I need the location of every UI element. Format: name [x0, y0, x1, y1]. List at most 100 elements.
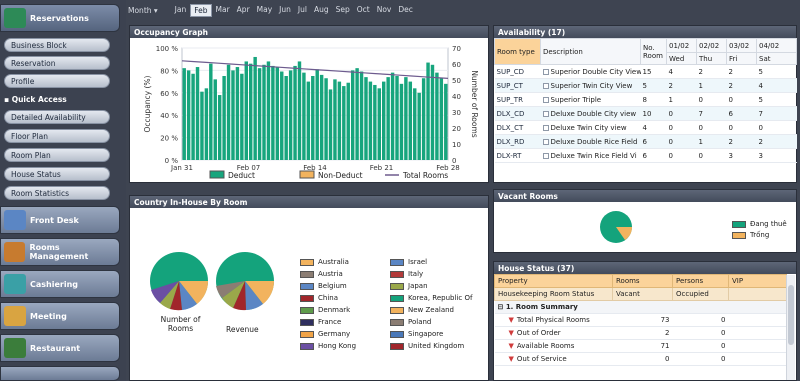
col-rooms[interactable]: Rooms: [612, 274, 673, 288]
col-date[interactable]: 03/02: [726, 38, 757, 53]
sidebar-item-detailed-availability[interactable]: Detailed Availability: [4, 110, 110, 124]
month-tab[interactable]: May: [254, 4, 276, 17]
filter-icon[interactable]: ▼: [509, 355, 514, 363]
group-row[interactable]: ⊟ 1. Room Summary: [494, 300, 787, 314]
table-row[interactable]: SUP_CD Superior Double City View 15 4 2 2 5: [494, 64, 797, 79]
module-rooms-management[interactable]: Rooms Management: [0, 238, 120, 266]
bar-deduct: [399, 83, 404, 160]
month-tab[interactable]: Dec: [395, 4, 416, 17]
col-no-room[interactable]: No. Room: [640, 38, 667, 65]
col-hk-status[interactable]: Housekeeping Room Status: [494, 287, 613, 301]
module-more[interactable]: [0, 366, 120, 381]
cell-d4: 5: [756, 92, 797, 107]
country-legend-item: Singapore: [390, 330, 443, 338]
sidebar-item-label: House Status: [11, 169, 61, 179]
sidebar-item-business-block[interactable]: Business Block: [4, 38, 110, 52]
cell-code: DLX-RT: [494, 148, 541, 163]
col-room-type[interactable]: Room type: [494, 38, 541, 65]
col-date[interactable]: 01/02: [666, 38, 697, 53]
month-tab[interactable]: Apr: [234, 4, 253, 17]
month-dropdown[interactable]: Month ▾: [128, 6, 158, 15]
bar-deduct: [390, 72, 395, 160]
cell-label: ▼ Total Physical Rooms: [494, 313, 613, 327]
table-row[interactable]: DLX_CT Deluxe Twin City view 4 0 0 0 0: [494, 120, 797, 135]
row-checkbox[interactable]: [542, 138, 549, 145]
table-row[interactable]: DLX_RD Deluxe Double Rice Field 6 0 1 2 2: [494, 134, 797, 149]
col-description[interactable]: Description: [540, 38, 641, 65]
filter-icon[interactable]: ▼: [509, 316, 514, 324]
module-meeting[interactable]: Meeting: [0, 302, 120, 330]
country-legend-item: France: [300, 318, 341, 326]
month-tab[interactable]: Oct: [354, 4, 373, 17]
legend-label: Denmark: [318, 306, 351, 314]
module-restaurant[interactable]: Restaurant: [0, 334, 120, 362]
cell-no: 5: [640, 78, 667, 93]
module-reservations[interactable]: Reservations: [0, 4, 120, 32]
col-property[interactable]: Property: [494, 274, 613, 288]
month-tab[interactable]: Feb: [190, 3, 212, 17]
bar-deduct: [231, 70, 235, 160]
row-checkbox[interactable]: [542, 152, 549, 159]
y-tick-label: 20 %: [160, 135, 178, 143]
scrollbar-thumb[interactable]: [788, 285, 794, 345]
table-row[interactable]: ▼ Total Physical Rooms 73 0: [494, 313, 787, 327]
bar-deduct: [284, 76, 288, 160]
table-row[interactable]: DLX-RT Deluxe Twin Rice Field Vi 6 0 0 3 3: [494, 148, 797, 163]
cell-code: SUP_TR: [494, 92, 541, 107]
table-row[interactable]: SUP_CT Superior Twin City View 5 2 1 2 4: [494, 78, 797, 93]
country-legend-item: China: [300, 294, 338, 302]
row-checkbox[interactable]: [542, 110, 549, 117]
month-tab[interactable]: Jun: [276, 4, 294, 17]
col-occupied[interactable]: Occupied: [672, 287, 729, 301]
filter-icon[interactable]: ▼: [509, 342, 514, 350]
cell-d3: 2: [726, 78, 757, 93]
sidebar-item-floor-plan[interactable]: Floor Plan: [4, 129, 110, 143]
collapse-icon[interactable]: ⊟: [498, 303, 504, 311]
col-date[interactable]: 04/02: [756, 38, 797, 53]
y2-tick-label: 30: [452, 109, 461, 117]
quick-access-heading: ▪ Quick Access: [4, 95, 67, 104]
month-tab[interactable]: Jan: [172, 4, 190, 17]
row-checkbox[interactable]: [542, 82, 549, 89]
legend-swatch: [300, 270, 314, 278]
legend-label: Germany: [318, 330, 351, 338]
month-tab[interactable]: Nov: [374, 4, 395, 17]
sidebar-item-room-plan[interactable]: Room Plan: [4, 148, 110, 162]
col-date[interactable]: 02/02: [696, 38, 727, 53]
cell-text: Deluxe Twin City view: [550, 123, 627, 132]
month-tab[interactable]: Jul: [295, 4, 310, 17]
bar-deduct: [306, 81, 311, 160]
sidebar-item-house-status[interactable]: House Status: [4, 167, 110, 181]
sidebar-item-profile[interactable]: Profile: [4, 74, 110, 88]
table-row[interactable]: SUP_TR Superior Triple 8 1 0 0 5: [494, 92, 797, 107]
pie-label-revenue: Revenue: [226, 325, 259, 334]
row-checkbox[interactable]: [542, 124, 549, 131]
col-vip[interactable]: VIP: [728, 274, 787, 288]
table-row[interactable]: ▼ Out of Order 2 0: [494, 326, 787, 340]
month-tab[interactable]: Aug: [311, 4, 332, 17]
module-front-desk[interactable]: Front Desk: [0, 206, 120, 234]
module-cashiering[interactable]: Cashiering: [0, 270, 120, 298]
cell-code: DLX_CD: [494, 106, 541, 121]
cell-text: Total Physical Rooms: [516, 316, 590, 324]
month-tab[interactable]: Mar: [213, 4, 233, 17]
table-row[interactable]: ▼ Available Rooms 71 0: [494, 339, 787, 353]
legend-swatch: [390, 282, 404, 290]
legend-label: Poland: [408, 318, 432, 326]
house-status-scrollbar[interactable]: [786, 275, 795, 380]
sidebar-item-reservation[interactable]: Reservation: [4, 56, 110, 70]
filter-icon[interactable]: ▼: [509, 329, 514, 337]
col-empty: [728, 287, 787, 301]
bar-deduct: [386, 77, 390, 160]
row-checkbox[interactable]: [542, 68, 549, 75]
legend-swatch: [390, 318, 404, 326]
table-row[interactable]: DLX_CD Deluxe Double City view 10 0 7 6 7: [494, 106, 797, 121]
row-checkbox[interactable]: [542, 96, 549, 103]
table-row[interactable]: ▼ Out of Service 0 0: [494, 352, 787, 366]
month-tab[interactable]: Sep: [333, 4, 353, 17]
col-vacant[interactable]: Vacant: [612, 287, 673, 301]
sidebar-item-room-statistics[interactable]: Room Statistics: [4, 186, 110, 200]
y-axis-title: Occupancy (%): [143, 75, 152, 132]
occupancy-title: Occupancy Graph: [130, 26, 488, 38]
col-persons[interactable]: Persons: [672, 274, 729, 288]
